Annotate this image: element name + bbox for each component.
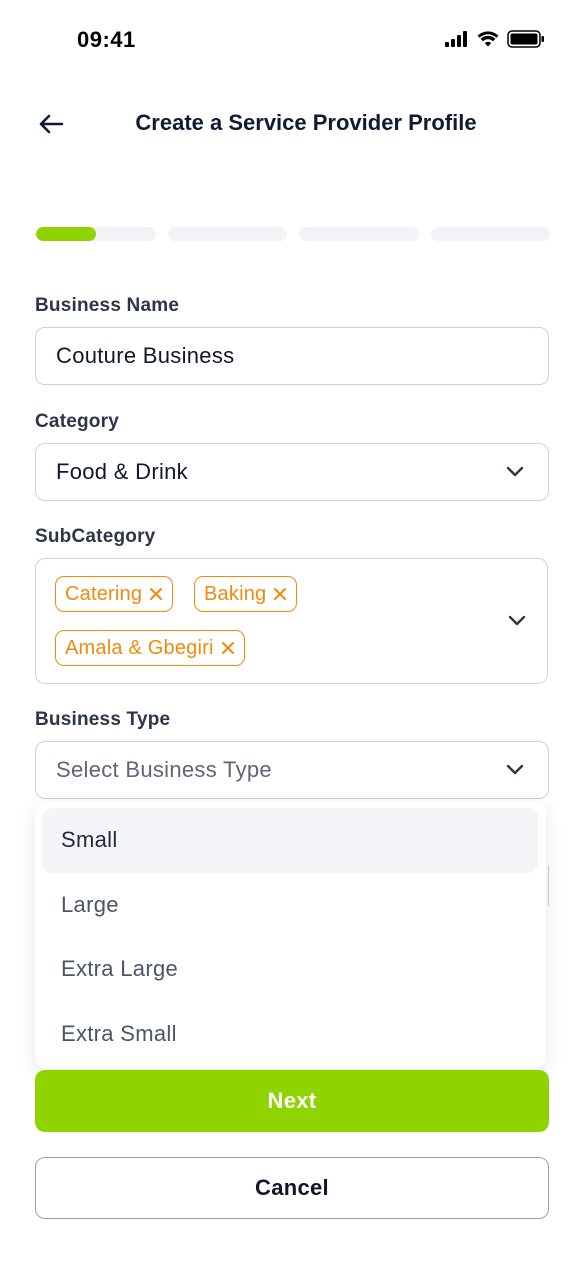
chip-baking: Baking	[194, 576, 298, 612]
chevron-down-icon	[506, 764, 524, 775]
obscured-field-edge	[546, 866, 549, 906]
option-small[interactable]: Small	[42, 808, 538, 873]
chevron-down-icon	[506, 466, 524, 477]
option-large[interactable]: Large	[42, 873, 538, 938]
chip-label: Baking	[204, 582, 267, 605]
business-type-label: Business Type	[35, 709, 171, 730]
business-type-placeholder: Select Business Type	[56, 757, 272, 782]
wifi-icon	[477, 31, 499, 47]
category-label: Category	[35, 411, 119, 432]
battery-icon	[507, 30, 544, 48]
status-time: 09:41	[77, 27, 136, 52]
progress-step-1-fill	[36, 227, 96, 241]
subcategory-multiselect[interactable]: Catering Baking Amala & Gbegiri	[35, 558, 548, 684]
close-icon[interactable]	[220, 640, 236, 656]
chip-label: Catering	[65, 582, 143, 605]
status-icons	[445, 30, 545, 48]
progress-step-4	[430, 227, 550, 241]
business-type-dropdown: Small Large Extra Large Extra Small	[35, 801, 546, 1069]
close-icon[interactable]	[148, 586, 164, 602]
cellular-signal-icon	[445, 31, 467, 47]
option-extra-small[interactable]: Extra Small	[42, 1002, 538, 1067]
business-name-value: Couture Business	[56, 343, 235, 368]
progress-step-2	[167, 227, 287, 241]
header: Create a Service Provider Profile	[0, 100, 585, 146]
status-bar: 09:41	[0, 0, 585, 80]
chip-label: Amala & Gbegiri	[65, 636, 214, 659]
chevron-down-icon	[508, 615, 526, 626]
progress-step-1	[36, 227, 156, 241]
page-title: Create a Service Provider Profile	[135, 110, 477, 135]
category-select[interactable]: Food & Drink	[35, 443, 549, 501]
subcategory-label: SubCategory	[35, 526, 156, 547]
chip-amala-gbegiri: Amala & Gbegiri	[55, 630, 245, 666]
next-button[interactable]: Next	[35, 1070, 549, 1132]
progress-step-3	[299, 227, 419, 241]
business-name-label: Business Name	[35, 295, 180, 316]
business-type-select[interactable]: Select Business Type	[35, 741, 549, 799]
step-progress	[36, 227, 550, 241]
chip-catering: Catering	[55, 576, 174, 612]
category-value: Food & Drink	[56, 459, 188, 484]
business-name-field[interactable]: Couture Business	[35, 327, 549, 385]
option-extra-large[interactable]: Extra Large	[42, 937, 538, 1002]
cancel-button[interactable]: Cancel	[35, 1157, 549, 1219]
close-icon[interactable]	[272, 586, 288, 602]
